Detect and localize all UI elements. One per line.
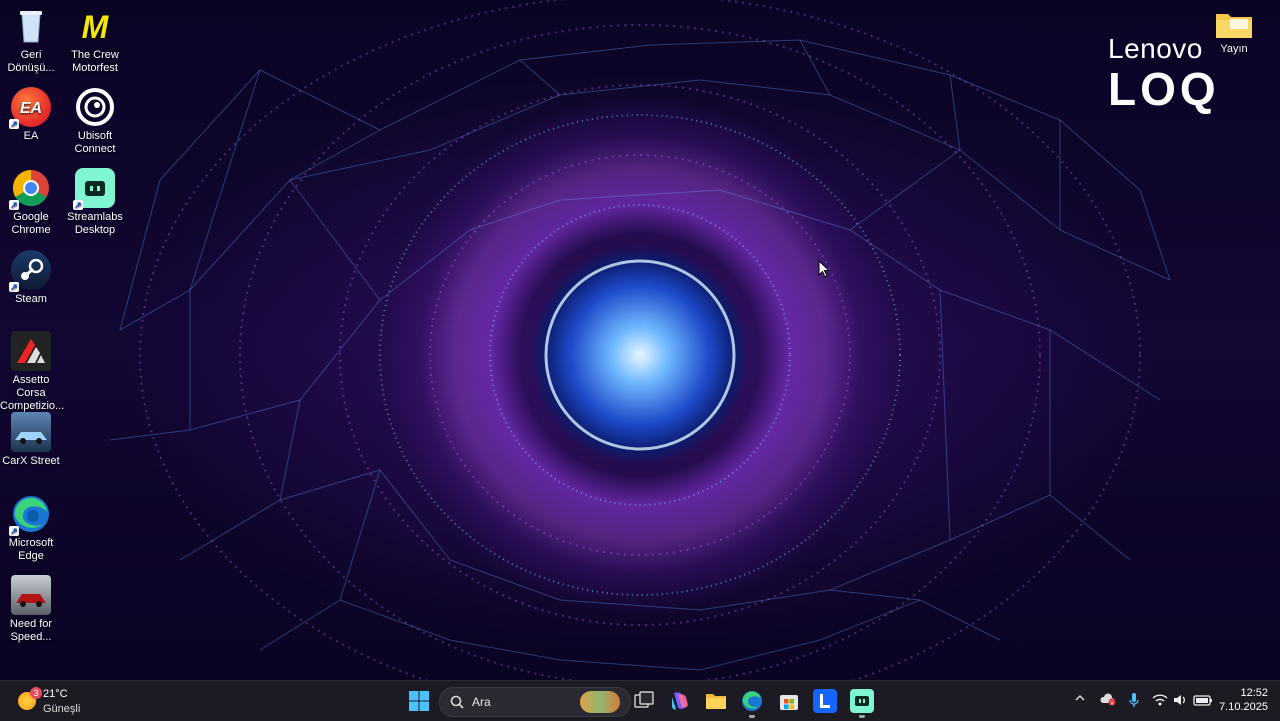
- taskbar: 3 21°C Güneşli Ara x 12:52 7.10.2025: [0, 680, 1280, 721]
- store-icon: [780, 695, 798, 710]
- desktop-icon-steam[interactable]: ↗ Steam: [0, 250, 62, 306]
- steam-icon: ↗: [9, 250, 51, 292]
- taskbar-store[interactable]: [777, 689, 801, 713]
- desktop-icon-label: Microsoft Edge: [8, 537, 54, 562]
- search-box[interactable]: Ara: [439, 687, 631, 717]
- weather-condition: Güneşli: [43, 703, 81, 715]
- tray-cloud-status[interactable]: x: [1100, 692, 1116, 709]
- chevron-up-icon: [1075, 694, 1085, 701]
- taskbar-copilot[interactable]: [668, 689, 692, 713]
- edge-icon: ↗: [9, 494, 51, 536]
- desktop-icon-label: Ubisoft Connect: [74, 130, 116, 155]
- streamlabs-icon: ↗: [73, 168, 115, 210]
- search-highlight-icon: [580, 691, 620, 713]
- carx-street-icon: [11, 412, 51, 452]
- desktop-icon-label: Geri Dönüşü...: [7, 49, 55, 74]
- network-volume-battery-icons: [1152, 694, 1212, 706]
- edge-icon: [742, 691, 762, 711]
- desktop-icon-label: Google Chrome: [11, 211, 51, 236]
- desktop-icon-need-for-speed[interactable]: Need for Speed...: [0, 575, 62, 644]
- copilot-icon: [672, 692, 688, 710]
- shortcut-arrow-icon: ↗: [9, 200, 19, 210]
- start-button[interactable]: [407, 689, 431, 713]
- tray-quick-settings[interactable]: [1152, 692, 1216, 711]
- svg-text:x: x: [1111, 700, 1114, 706]
- chrome-icon: ↗: [9, 168, 51, 210]
- task-view-button[interactable]: [632, 689, 656, 713]
- shortcut-arrow-icon: ↗: [9, 282, 19, 292]
- desktop-icon-label: Need for Speed...: [9, 618, 53, 643]
- assetto-corsa-icon: [11, 331, 51, 371]
- brand-line2: LOQ: [1108, 63, 1220, 115]
- weather-widget[interactable]: 3 21°C Güneşli: [14, 685, 104, 717]
- shortcut-arrow-icon: ↗: [9, 526, 19, 536]
- running-indicator: [749, 715, 755, 718]
- desktop-icon-label: Steam: [15, 293, 47, 305]
- microphone-icon: [1129, 693, 1139, 707]
- desktop-icon-yayin-folder[interactable]: Yayın: [1203, 8, 1265, 56]
- desktop-icon-ea[interactable]: EA ↗ EA: [0, 87, 62, 143]
- weather-temp: 21°C: [43, 688, 68, 700]
- svg-text:EA: EA: [20, 100, 42, 117]
- desktop-icon-recycle-bin[interactable]: Geri Dönüşü...: [0, 6, 62, 75]
- taskbar-streamlabs[interactable]: [850, 689, 874, 718]
- streamlabs-icon: [855, 696, 869, 706]
- taskbar-lenovo-app[interactable]: [813, 689, 837, 713]
- the-crew-icon: M: [75, 6, 115, 46]
- ea-icon: EA ↗: [9, 87, 51, 129]
- desktop-icon-edge[interactable]: ↗ Microsoft Edge: [0, 494, 62, 563]
- desktop-icon-label: CarX Street: [2, 455, 60, 467]
- ubisoft-icon: [75, 87, 115, 127]
- desktop-icon-label: Assetto Corsa Competizio...: [0, 374, 65, 412]
- cloud-error-icon: x: [1100, 693, 1116, 706]
- need-for-speed-icon: [11, 575, 51, 615]
- desktop-icon-assetto-corsa[interactable]: Assetto Corsa Competizio...: [0, 331, 65, 413]
- lenovo-l-icon: [820, 694, 830, 708]
- desktop-icon-streamlabs[interactable]: ↗ Streamlabs Desktop: [64, 168, 126, 237]
- mouse-cursor: [818, 259, 831, 283]
- desktop-icon-label: EA: [23, 130, 39, 142]
- search-placeholder: Ara: [472, 695, 491, 709]
- desktop-icon-the-crew[interactable]: M The Crew Motorfest: [64, 6, 126, 75]
- windows-logo-icon: [409, 691, 429, 711]
- desktop-icon-ubisoft[interactable]: Ubisoft Connect: [64, 87, 126, 156]
- clock-date: 7.10.2025: [1219, 701, 1268, 713]
- folder-icon: [1214, 8, 1254, 40]
- desktop-icon-carx-street[interactable]: CarX Street: [0, 412, 62, 468]
- show-hidden-icons-button[interactable]: [1074, 692, 1086, 707]
- shortcut-arrow-icon: ↗: [9, 119, 19, 129]
- wallpaper-mesh: [109, 0, 1171, 680]
- tray-microphone[interactable]: [1128, 692, 1140, 711]
- folder-icon: [706, 694, 726, 709]
- taskbar-edge[interactable]: [740, 689, 764, 718]
- svg-text:M: M: [82, 9, 110, 45]
- task-view-icon: [634, 691, 654, 708]
- desktop-icon-label: Streamlabs Desktop: [67, 211, 123, 236]
- running-indicator: [859, 715, 865, 718]
- clock[interactable]: 12:52 7.10.2025: [1212, 686, 1268, 716]
- desktop-wallpaper: [0, 0, 1280, 680]
- taskbar-file-explorer[interactable]: [704, 689, 728, 713]
- shortcut-arrow-icon: ↗: [73, 200, 83, 210]
- desktop-icon-label: Yayın: [1220, 43, 1248, 55]
- search-icon: [450, 695, 464, 709]
- clock-time: 12:52: [1240, 687, 1268, 699]
- weather-badge: 3: [30, 687, 42, 699]
- recycle-bin-icon: [11, 6, 51, 46]
- desktop-icon-chrome[interactable]: ↗ Google Chrome: [0, 168, 62, 237]
- desktop-icon-label: The Crew Motorfest: [71, 49, 119, 74]
